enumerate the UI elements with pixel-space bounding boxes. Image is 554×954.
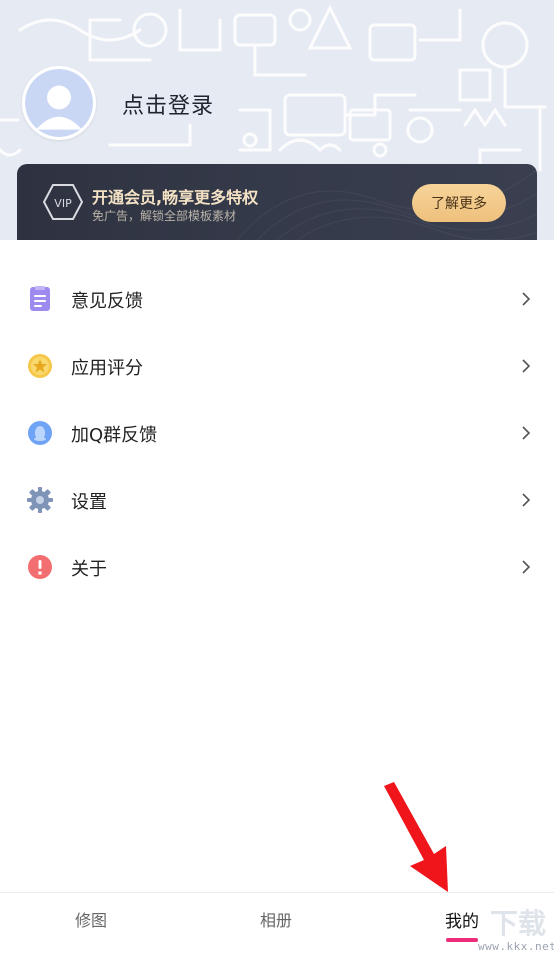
red-pointer-arrow-annotation (384, 782, 448, 892)
vip-hexagon-icon: VIP (42, 184, 84, 220)
tab-mine[interactable]: 我的 (445, 907, 479, 932)
settings-menu: 意见反馈 应用评分 加Q群反馈 设置 关于 (0, 266, 554, 601)
qq-icon (28, 421, 52, 445)
menu-item-settings[interactable]: 设置 (0, 467, 554, 534)
vip-subtitle: 免广告，解锁全部模板素材 (92, 209, 237, 223)
chevron-right-icon (522, 426, 530, 440)
menu-item-about[interactable]: 关于 (0, 534, 554, 601)
chevron-right-icon (522, 493, 530, 507)
learn-more-button[interactable]: 了解更多 (412, 184, 506, 222)
menu-label: 应用评分 (71, 358, 143, 379)
menu-item-feedback[interactable]: 意见反馈 (0, 266, 554, 333)
watermark-chars: 下载 (490, 907, 547, 940)
avatar[interactable] (22, 66, 96, 140)
vip-badge-text: VIP (54, 197, 72, 210)
feedback-icon (30, 286, 50, 311)
chevron-right-icon (522, 292, 530, 306)
gear-icon (27, 487, 53, 513)
login-link[interactable]: 点击登录 (122, 88, 214, 120)
bottom-tab-bar: 修图 相册 我的 (0, 892, 554, 954)
default-user-icon (25, 69, 93, 137)
star-icon (28, 354, 52, 378)
vip-title: 开通会员,畅享更多特权 (92, 188, 259, 207)
profile-header: 点击登录 VIP 开通会员,畅享更多特权 免广告，解锁全部模板素材 了解更多 (0, 0, 554, 240)
info-icon (28, 555, 52, 579)
chevron-right-icon (522, 359, 530, 373)
active-tab-indicator (446, 938, 478, 942)
vip-banner[interactable]: VIP 开通会员,畅享更多特权 免广告，解锁全部模板素材 了解更多 (17, 164, 537, 240)
chevron-right-icon (522, 560, 530, 574)
tab-edit-photo[interactable]: 修图 (75, 907, 107, 931)
menu-item-rate-app[interactable]: 应用评分 (0, 333, 554, 400)
menu-label: 设置 (71, 492, 107, 513)
watermark-url: www.kkx.net (478, 940, 554, 953)
menu-item-qq-group[interactable]: 加Q群反馈 (0, 400, 554, 467)
menu-label: 意见反馈 (71, 291, 143, 312)
tab-album[interactable]: 相册 (260, 907, 292, 931)
menu-label: 关于 (71, 559, 107, 580)
site-watermark: 下载 www.kkx.net (478, 898, 554, 954)
menu-label: 加Q群反馈 (71, 425, 158, 446)
